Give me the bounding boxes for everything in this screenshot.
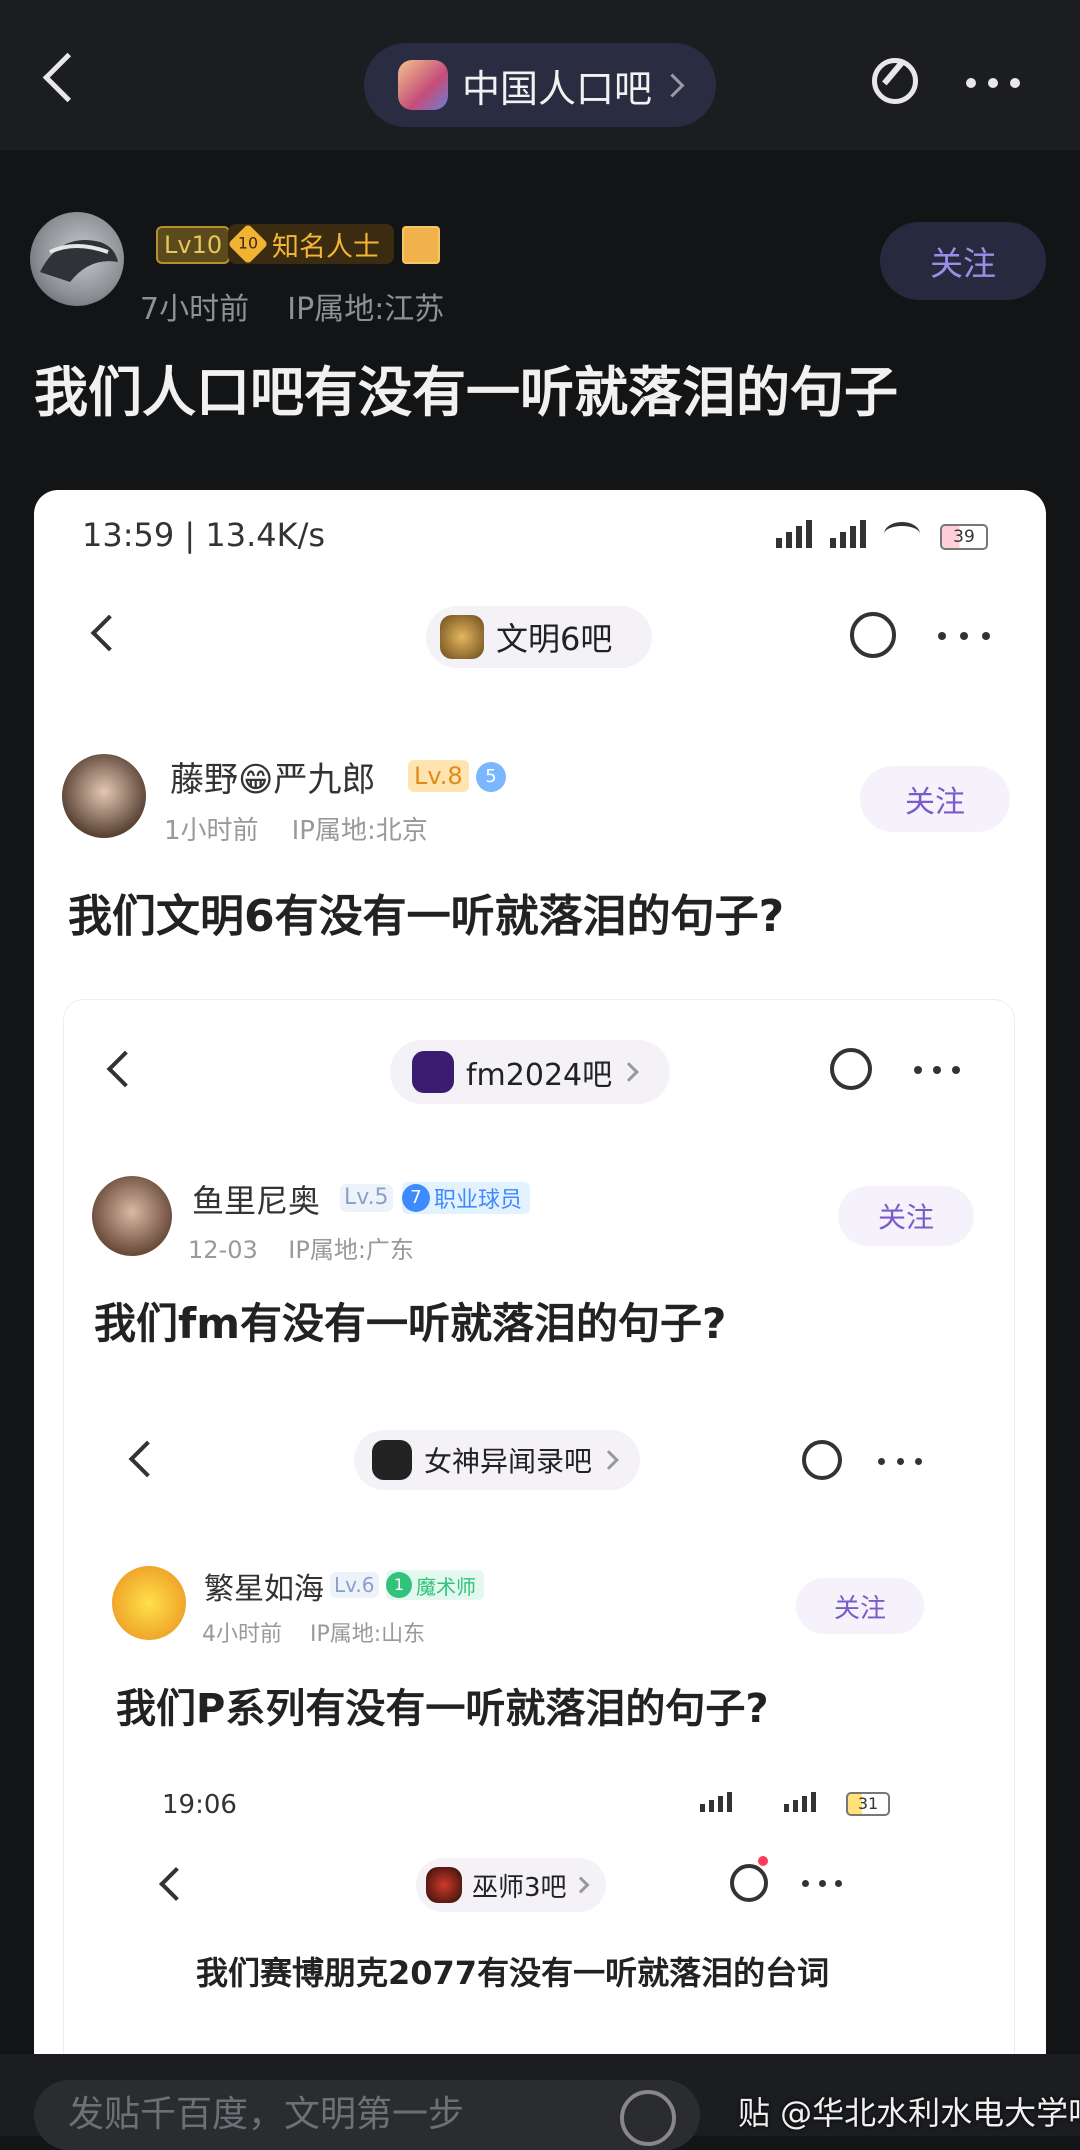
back-icon bbox=[90, 614, 128, 652]
post-title: 我们P系列有没有一听就落泪的句子? bbox=[116, 1686, 769, 1732]
battery-icon: 31 bbox=[846, 1792, 890, 1816]
post-ip: IP属地:江苏 bbox=[287, 292, 445, 327]
badge-label: 魔术师 bbox=[416, 1574, 476, 1599]
forum-name: 女神异闻录吧 bbox=[424, 1445, 593, 1478]
author-avatar[interactable] bbox=[30, 212, 124, 306]
back-icon bbox=[128, 1440, 166, 1478]
title-badge: 10 知名人士 bbox=[227, 223, 394, 265]
back-icon bbox=[159, 1867, 193, 1901]
back-icon[interactable] bbox=[42, 52, 93, 103]
forum-avatar-icon bbox=[398, 60, 448, 110]
forum-entry-button[interactable]: 中国人口吧 bbox=[364, 43, 716, 127]
chevron-right-icon bbox=[572, 1876, 590, 1894]
more-icon bbox=[914, 1066, 960, 1074]
nested-screenshot: 女神异闻录吧 繁星如海 Lv.6 1 魔术师 4小时前 IP属地:山东 关注 我… bbox=[90, 1400, 990, 2136]
user-name: 藤野😁严九郎 bbox=[170, 760, 376, 800]
forum-name: 文明6吧 bbox=[496, 620, 613, 658]
follow-button: 关注 bbox=[860, 766, 1010, 832]
forum-name: 中国人口吧 bbox=[462, 66, 653, 111]
forum-pill: 巫师3吧 bbox=[416, 1858, 606, 1912]
level-badge: Lv.8 bbox=[408, 760, 469, 792]
badge-label: 职业球员 bbox=[434, 1188, 523, 1213]
compose-icon bbox=[830, 1048, 872, 1090]
emoji-icon[interactable] bbox=[620, 2090, 676, 2146]
post-title: 我们赛博朋克2077有没有一听就落泪的台词 bbox=[196, 1954, 830, 1992]
post-time: 7小时前 bbox=[140, 292, 250, 327]
compose-icon bbox=[850, 612, 896, 658]
wifi-icon bbox=[884, 522, 920, 546]
member-icon bbox=[402, 226, 440, 264]
badge-label: 知名人士 bbox=[272, 231, 380, 263]
post-meta: 4小时前 IP属地:山东 bbox=[202, 1622, 426, 1647]
badge-number: 10 bbox=[227, 223, 269, 265]
chevron-right-icon bbox=[599, 1450, 619, 1470]
follow-button[interactable]: 关注 bbox=[880, 222, 1046, 300]
forum-name: fm2024吧 bbox=[466, 1058, 613, 1093]
watermark: 贴 @华北水利水电大学吧 bbox=[738, 2094, 1080, 2132]
more-icon bbox=[802, 1880, 842, 1887]
back-icon bbox=[106, 1050, 144, 1088]
title-badge: 1 魔术师 bbox=[386, 1570, 484, 1600]
more-icon bbox=[938, 632, 990, 640]
post-title: 我们fm有没有一听就落泪的句子? bbox=[94, 1299, 727, 1348]
signal-icon bbox=[784, 1790, 816, 1812]
follow-button: 关注 bbox=[796, 1578, 924, 1634]
level-badge: Lv10 bbox=[156, 226, 231, 264]
more-icon[interactable] bbox=[966, 78, 1020, 88]
badge-number: 7 bbox=[402, 1184, 430, 1212]
nested-screenshot: fm2024吧 鱼里尼奥 Lv.5 7 职业球员 12-03 IP属地:广东 关… bbox=[64, 1000, 1014, 2136]
post-image[interactable]: 13:59 | 13.4K/s 39 文明6吧 藤野😁严九郎 Lv.8 5 1小… bbox=[34, 490, 1046, 2136]
top-nav-bar: 中国人口吧 bbox=[0, 0, 1080, 150]
notification-dot bbox=[758, 1856, 768, 1866]
forum-pill: fm2024吧 bbox=[390, 1040, 670, 1104]
signal-icon bbox=[830, 520, 866, 548]
follow-button: 关注 bbox=[838, 1186, 974, 1246]
forum-avatar-icon bbox=[412, 1051, 454, 1093]
chevron-right-icon bbox=[619, 1062, 640, 1082]
forum-avatar-icon bbox=[426, 1867, 462, 1903]
user-avatar bbox=[62, 754, 146, 838]
status-bar-time: 19:06 bbox=[162, 1790, 237, 1820]
post-meta: 12-03 IP属地:广东 bbox=[188, 1236, 414, 1264]
compose-icon bbox=[802, 1440, 842, 1480]
user-avatar bbox=[92, 1176, 172, 1256]
level-badge: Lv.6 bbox=[330, 1572, 379, 1598]
forum-name: 巫师3吧 bbox=[472, 1872, 567, 1903]
post-meta: 7小时前 IP属地:江苏 bbox=[140, 284, 444, 328]
signal-icon bbox=[700, 1790, 732, 1812]
compose-icon[interactable] bbox=[872, 58, 918, 104]
user-avatar bbox=[112, 1566, 186, 1640]
post-title: 我们文明6有没有一听就落泪的句子? bbox=[68, 891, 785, 942]
more-icon bbox=[878, 1458, 922, 1465]
forum-avatar-icon bbox=[372, 1440, 412, 1480]
post-meta: 1小时前 IP属地:北京 bbox=[164, 816, 428, 846]
chevron-right-icon bbox=[660, 72, 685, 98]
badge-number: 5 bbox=[476, 762, 506, 792]
title-badge: 7 职业球员 bbox=[402, 1182, 531, 1214]
status-bar-time: 13:59 | 13.4K/s bbox=[82, 516, 326, 554]
forum-pill: 文明6吧 bbox=[426, 606, 652, 668]
level-badge: Lv.5 bbox=[340, 1184, 393, 1212]
user-name: 鱼里尼奥 bbox=[192, 1182, 321, 1220]
forum-avatar-icon bbox=[440, 615, 484, 659]
user-name: 繁星如海 bbox=[204, 1572, 324, 1607]
battery-icon: 39 bbox=[940, 524, 988, 550]
badge-number: 1 bbox=[386, 1572, 412, 1598]
post-title: 我们人口吧有没有一听就落泪的句子 bbox=[34, 361, 898, 424]
forum-pill: 女神异闻录吧 bbox=[354, 1430, 640, 1490]
compose-icon bbox=[730, 1864, 768, 1902]
reply-input[interactable]: 发贴千百度，文明第一步 bbox=[34, 2080, 700, 2150]
signal-icon bbox=[776, 520, 812, 548]
